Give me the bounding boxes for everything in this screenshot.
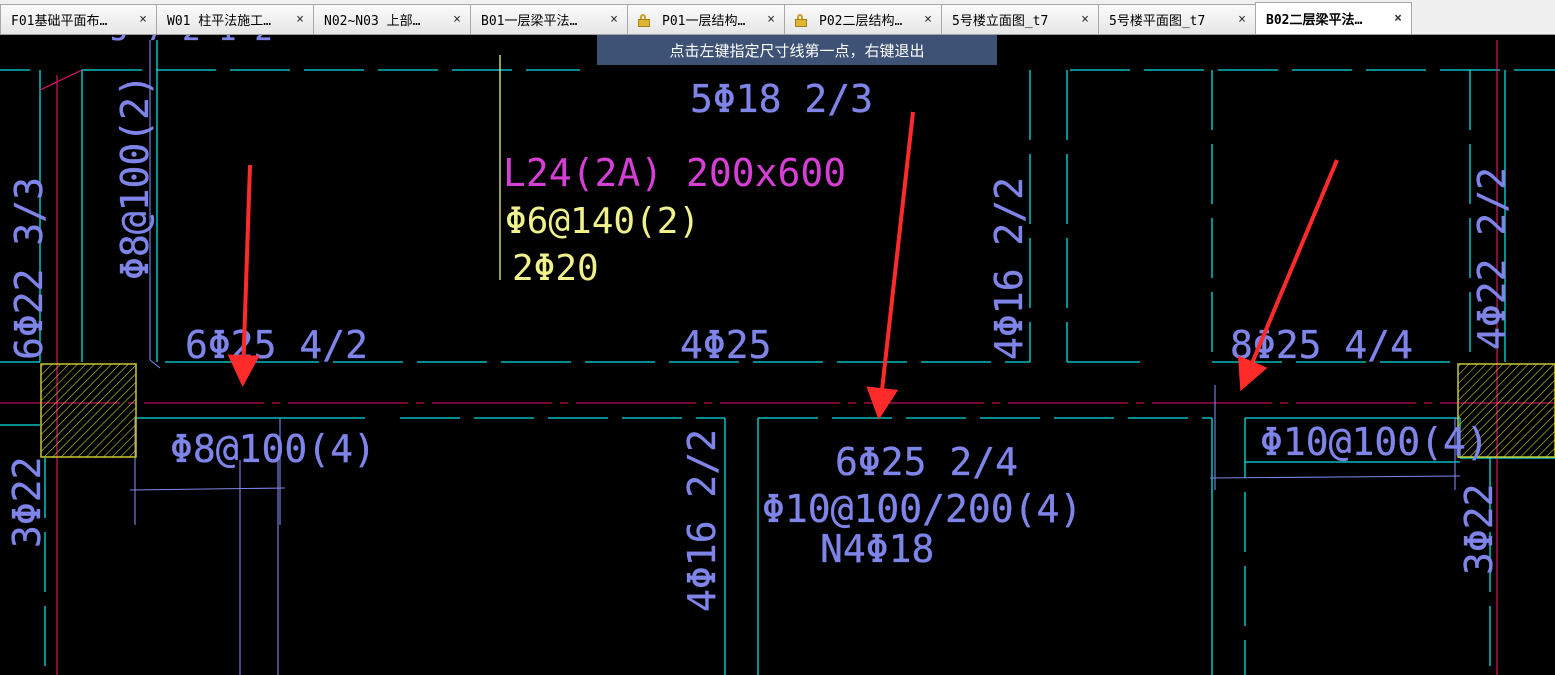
left-stirrup-note: Φ8@100(4) [170,427,376,471]
close-icon[interactable]: × [1078,12,1092,27]
mid-vertical-lower-note: 4Φ16 2/2 [680,429,724,612]
beam-label: L24(2A) 200x600 [503,151,846,195]
mid-vertical-upper-note: 4Φ16 2/2 [987,177,1031,360]
tab-label: P01一层结构… [662,14,746,29]
beam-bottom-bar-label: 2Φ20 [512,248,599,289]
bottom-bar-note: 6Φ25 2/4 [835,440,1018,484]
tab-label: B02二层梁平法… [1266,13,1363,28]
tab-label: P02二层结构… [819,14,903,29]
tab-2[interactable]: W01 柱平法施工… × [156,4,314,34]
tab-label: B01一层梁平法… [481,14,578,29]
tab-label: 5号楼立面图_t7 [952,14,1049,29]
left-vertical-stirrup-note: Φ8@100(2) [113,74,157,280]
close-icon[interactable]: × [1235,12,1249,27]
beam-stirrup-label: Φ6@140(2) [505,201,700,242]
lock-icon [638,13,650,27]
right-support-top-note: 8Φ25 4/4 [1230,323,1413,367]
tab-label: 5号楼平面图_t7 [1109,14,1206,29]
left-column-hatch [40,363,137,458]
tab-1[interactable]: F01基础平面布… × [0,4,157,34]
close-icon[interactable]: × [450,12,464,27]
left-support-top-note: 6Φ25 4/2 [185,323,368,367]
close-icon[interactable]: × [764,12,778,27]
tab-6[interactable]: P02二层结构… × [784,4,942,34]
tab-label: F01基础平面布… [11,14,108,29]
tab-5[interactable]: P01一层结构… × [627,4,785,34]
lock-icon [795,13,807,27]
torsion-bar-note: N4Φ18 [820,527,934,571]
close-icon[interactable]: × [293,12,307,27]
top-bar-note: 5Φ18 2/3 [690,77,873,121]
close-icon[interactable]: × [607,12,621,27]
cad-drawing-canvas[interactable]: 5 7 2 1 2 5Φ18 2/3 6Φ25 4/2 4Φ25 8Φ25 4/… [0,35,1555,675]
tab-3[interactable]: N02~N03 上部… × [313,4,471,34]
tab-9[interactable]: B02二层梁平法… × [1255,2,1412,34]
top-partial-note: 5 7 2 1 2 [110,35,273,48]
main-stirrup-note: Φ10@100/200(4) [762,487,1082,531]
tab-label: W01 柱平法施工… [167,14,272,29]
tab-8[interactable]: 5号楼平面图_t7 × [1098,4,1256,34]
red-arrow-middle [866,111,915,420]
right-vertical-upper-note: 4Φ22 2/2 [1470,167,1514,350]
mid-support-top-note: 4Φ25 [680,323,772,367]
tab-4[interactable]: B01一层梁平法… × [470,4,628,34]
close-icon[interactable]: × [136,12,150,27]
left-vertical-bars-note: 6Φ22 3/3 [7,177,51,360]
right-vertical-lower-note: 3Φ22 [1457,483,1501,575]
left-vertical-lower-note: 3Φ22 [5,456,49,548]
tab-7[interactable]: 5号楼立面图_t7 × [941,4,1099,34]
close-icon[interactable]: × [921,12,935,27]
close-icon[interactable]: × [1391,11,1405,26]
command-tooltip: 点击左键指定尺寸线第一点，右键退出 [597,35,997,65]
tab-label: N02~N03 上部… [324,14,421,29]
document-tab-bar: F01基础平面布… × W01 柱平法施工… × N02~N03 上部… × B01一层梁平… [0,0,1555,35]
right-stirrup-note: Φ10@100(4) [1260,420,1489,464]
